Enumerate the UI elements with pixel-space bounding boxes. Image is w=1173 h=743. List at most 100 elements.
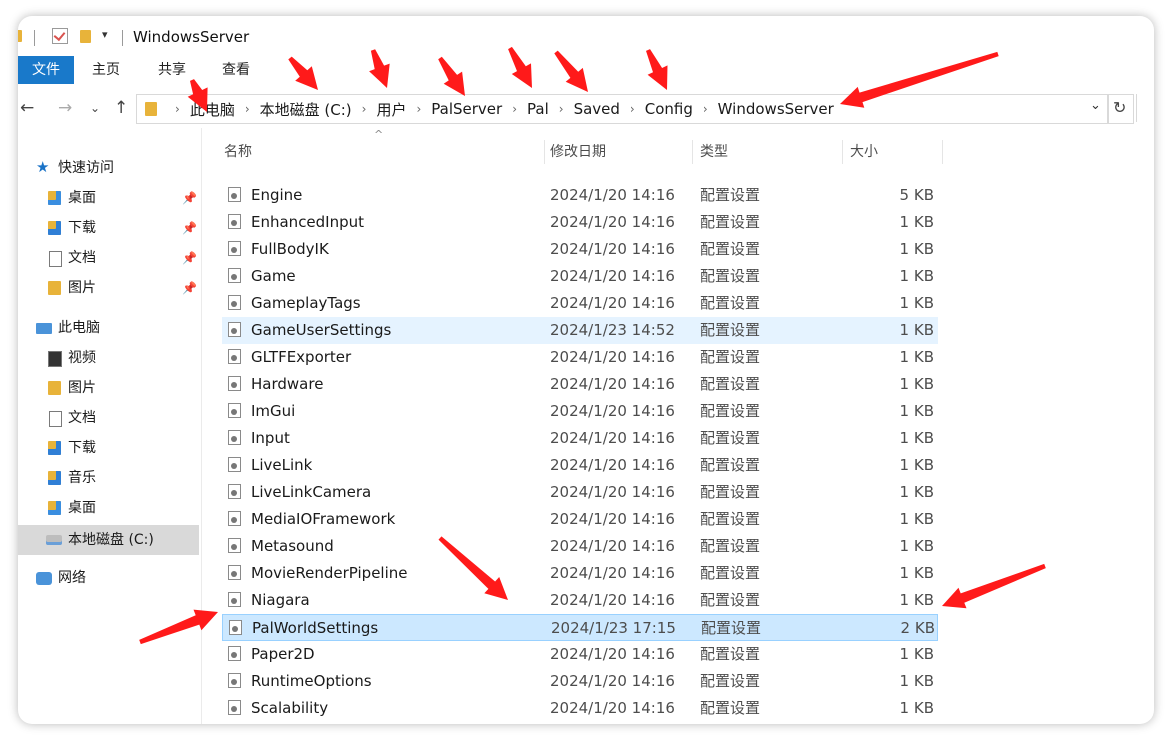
file-modified-date: 2024/1/20 14:16 [550,564,675,582]
file-name: FullBodyIK [251,240,329,258]
pin-icon[interactable]: 📌 [182,245,197,271]
chevron-right-icon[interactable]: › [512,102,517,116]
file-row[interactable]: ImGui 2024/1/20 14:16 配置设置 1 KB [222,398,938,425]
file-name: RuntimeOptions [251,672,372,690]
tab-share[interactable]: 共享 [150,56,194,84]
file-row[interactable]: Metasound 2024/1/20 14:16 配置设置 1 KB [222,533,938,560]
column-divider[interactable] [842,140,843,164]
file-type: 配置设置 [700,672,761,690]
file-modified-date: 2024/1/20 14:16 [550,483,675,501]
config-file-icon [228,646,241,661]
file-row[interactable]: RuntimeOptions 2024/1/20 14:16 配置设置 1 KB [222,668,938,695]
file-size: 1 KB [899,510,934,528]
file-row[interactable]: EnhancedInput 2024/1/20 14:16 配置设置 1 KB [222,209,938,236]
file-row[interactable]: Engine 2024/1/20 14:16 配置设置 5 KB [222,182,938,209]
file-name: Synthesis [251,722,323,724]
tab-home[interactable]: 主页 [84,56,128,84]
file-row[interactable]: LiveLinkCamera 2024/1/20 14:16 配置设置 1 KB [222,479,938,506]
file-size: 1 KB [899,564,934,582]
file-row[interactable]: FullBodyIK 2024/1/20 14:16 配置设置 1 KB [222,236,938,263]
navigation-bar: ← → ⌄ ↑ › 此电脑 › 本地磁盘 (C:) › 用户 › PalServ… [18,92,1154,126]
pin-icon[interactable]: 📌 [182,185,197,211]
address-history-chevron-icon[interactable]: ⌄ [1090,98,1101,113]
file-row[interactable]: GameplayTags 2024/1/20 14:16 配置设置 1 KB [222,290,938,317]
sidebar-item-this-pc[interactable]: 此电脑 [18,315,200,341]
column-divider[interactable] [942,140,943,164]
sidebar-item-music[interactable]: 音乐 [18,465,200,491]
file-row[interactable]: Niagara 2024/1/20 14:16 配置设置 1 KB [222,587,938,614]
file-name: Metasound [251,537,334,555]
chevron-down-icon[interactable]: ⌄ [90,101,100,115]
tab-view[interactable]: 查看 [214,56,258,84]
column-header-name[interactable]: 名称 [224,138,524,166]
file-row[interactable]: MovieRenderPipeline 2024/1/20 14:16 配置设置 1 … [222,560,938,587]
sidebar-item-pictures[interactable]: 图片 📌 [18,275,200,301]
file-row[interactable]: PalWorldSettings 2024/1/23 17:15 配置设置 2 KB [222,614,938,641]
sidebar-item-label: 快速访问 [58,160,114,176]
sidebar-item-quick-access[interactable]: ★ 快速访问 [18,155,200,181]
pin-icon[interactable]: 📌 [182,275,197,301]
column-divider[interactable] [544,140,545,164]
column-divider[interactable] [692,140,693,164]
sidebar-item-desktop[interactable]: 桌面 📌 [18,185,200,211]
properties-check-icon[interactable] [52,28,68,44]
file-row[interactable]: Game 2024/1/20 14:16 配置设置 1 KB [222,263,938,290]
refresh-button[interactable]: ↻ [1108,94,1134,124]
sidebar-item-local-disk[interactable]: 本地磁盘 (C:) [18,525,199,555]
download-folder-icon [48,221,61,235]
sidebar-item-downloads[interactable]: 下载 [18,435,200,461]
address-bar[interactable]: › 此电脑 › 本地磁盘 (C:) › 用户 › PalServer › Pal… [136,94,1108,124]
sidebar-item-documents[interactable]: 文档 📌 [18,245,200,271]
sidebar-item-desktop[interactable]: 桌面 [18,495,200,521]
crumb-palserver[interactable]: PalServer [431,100,502,118]
file-size: 1 KB [899,645,934,663]
chevron-right-icon[interactable]: › [245,102,250,116]
pictures-folder-icon [48,381,61,395]
column-header-size[interactable]: 大小 [850,138,940,166]
sidebar-item-label: 网络 [58,570,86,586]
column-header-type[interactable]: 类型 [700,138,840,166]
crumb-local-disk[interactable]: 本地磁盘 (C:) [260,99,352,120]
sidebar-item-label: 下载 [68,440,96,456]
sidebar-item-label: 下载 [68,220,96,236]
sidebar-item-network[interactable]: 网络 [18,565,200,591]
file-row[interactable]: Hardware 2024/1/20 14:16 配置设置 1 KB [222,371,938,398]
file-modified-date: 2024/1/20 14:16 [550,645,675,663]
file-row[interactable]: GameUserSettings 2024/1/23 14:52 配置设置 1 KB [222,317,938,344]
column-header-date[interactable]: 修改日期 [550,138,690,166]
arrow-left-icon[interactable]: ← [20,98,34,118]
file-type: 配置设置 [700,429,761,447]
sidebar-item-pictures[interactable]: 图片 [18,375,200,401]
crumb-this-pc[interactable]: 此电脑 [190,99,235,120]
file-row[interactable]: Scalability 2024/1/20 14:16 配置设置 1 KB [222,695,938,722]
sidebar-item-videos[interactable]: 视频 [18,345,200,371]
pin-icon[interactable]: 📌 [182,215,197,241]
chevron-right-icon[interactable]: › [703,102,708,116]
arrow-right-icon[interactable]: → [58,98,72,118]
crumb-saved[interactable]: Saved [574,100,620,118]
search-box-edge[interactable] [1136,94,1154,122]
file-row[interactable]: MediaIOFramework 2024/1/20 14:16 配置设置 1 KB [222,506,938,533]
new-folder-icon[interactable] [80,30,91,43]
crumb-users[interactable]: 用户 [376,99,406,120]
file-row[interactable]: Paper2D 2024/1/20 14:16 配置设置 1 KB [222,641,938,668]
chevron-right-icon[interactable]: › [362,102,367,116]
tab-file[interactable]: 文件 [18,56,74,84]
customize-dropdown-icon[interactable]: ▾ [102,28,108,41]
file-row[interactable]: GLTFExporter 2024/1/20 14:16 配置设置 1 KB [222,344,938,371]
sidebar-item-documents[interactable]: 文档 [18,405,200,431]
file-modified-date: 2024/1/20 14:16 [550,699,675,717]
sidebar-item-downloads[interactable]: 下载 📌 [18,215,200,241]
crumb-config[interactable]: Config [645,100,693,118]
chevron-right-icon[interactable]: › [559,102,564,116]
desktop-folder-icon [48,501,61,515]
file-row[interactable]: LiveLink 2024/1/20 14:16 配置设置 1 KB [222,452,938,479]
chevron-right-icon[interactable]: › [416,102,421,116]
file-row[interactable]: Input 2024/1/20 14:16 配置设置 1 KB [222,425,938,452]
crumb-pal[interactable]: Pal [527,100,549,118]
arrow-up-icon[interactable]: ↑ [114,98,128,118]
crumb-windowsserver[interactable]: WindowsServer [718,100,834,118]
file-row[interactable]: Synthesis 2024/1/20 14:16 配置设置 1 KB [222,722,938,724]
sidebar-item-label: 此电脑 [58,320,100,336]
chevron-right-icon[interactable]: › [630,102,635,116]
